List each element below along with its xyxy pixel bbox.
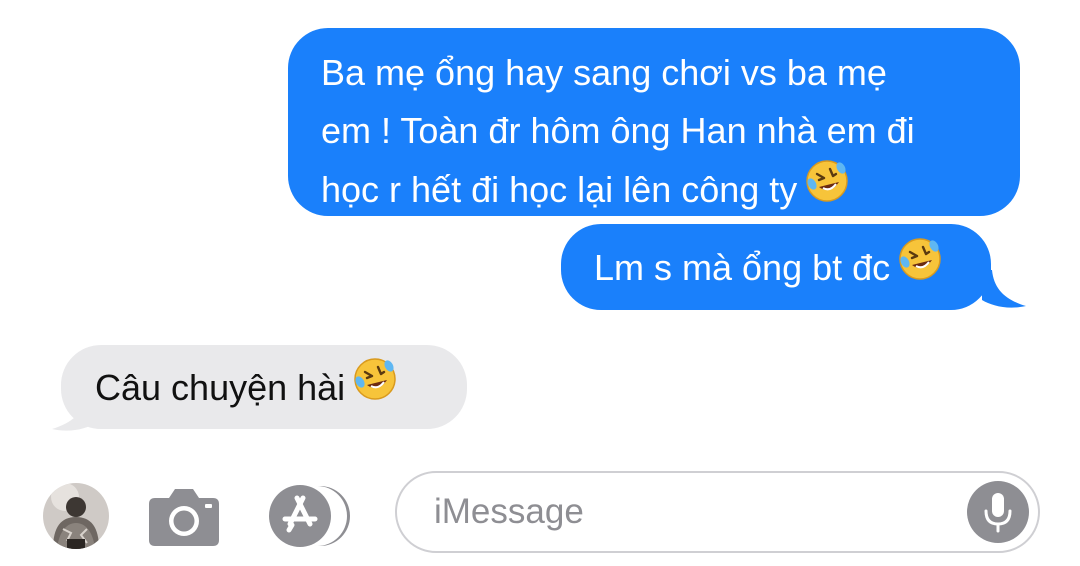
message-text-line: Lm s mà ổng bt đc	[594, 238, 961, 303]
message-text-line: Ba mẹ ổng hay sang chơi vs ba mẹ	[321, 52, 887, 93]
rofl-emoji-icon	[803, 157, 851, 222]
message-text-line: Câu chuyện hài	[95, 358, 437, 423]
received-message-bubble[interactable]: Câu chuyện hài	[61, 345, 467, 429]
message-input-bar: iMessage	[0, 458, 1080, 566]
message-text: Lm s mà ổng bt đc	[594, 247, 891, 289]
sent-message-bubble[interactable]: Lm s mà ổng bt đc	[561, 224, 991, 310]
message-text-line: em ! Toàn đr hôm ông Han nhà em đi	[321, 110, 915, 151]
imessage-input-field[interactable]: iMessage	[395, 471, 1040, 553]
imessage-screen: Ba mẹ ổng hay sang chơi vs ba mẹ em ! To…	[0, 0, 1080, 566]
message-text-line: học r hết đi học lại lên công ty	[321, 160, 990, 225]
input-placeholder: iMessage	[434, 492, 584, 531]
sent-message-bubble[interactable]: Ba mẹ ổng hay sang chơi vs ba mẹ em ! To…	[288, 28, 1020, 216]
message-text: Câu chuyện hài	[95, 367, 346, 409]
camera-icon[interactable]	[147, 484, 221, 548]
rofl-emoji-icon	[896, 235, 944, 300]
message-text: học r hết đi học lại lên công ty	[321, 169, 798, 211]
microphone-icon[interactable]	[967, 481, 1029, 543]
contact-avatar[interactable]	[43, 483, 109, 549]
rofl-emoji-icon	[351, 355, 399, 420]
app-store-icon[interactable]	[268, 484, 358, 548]
